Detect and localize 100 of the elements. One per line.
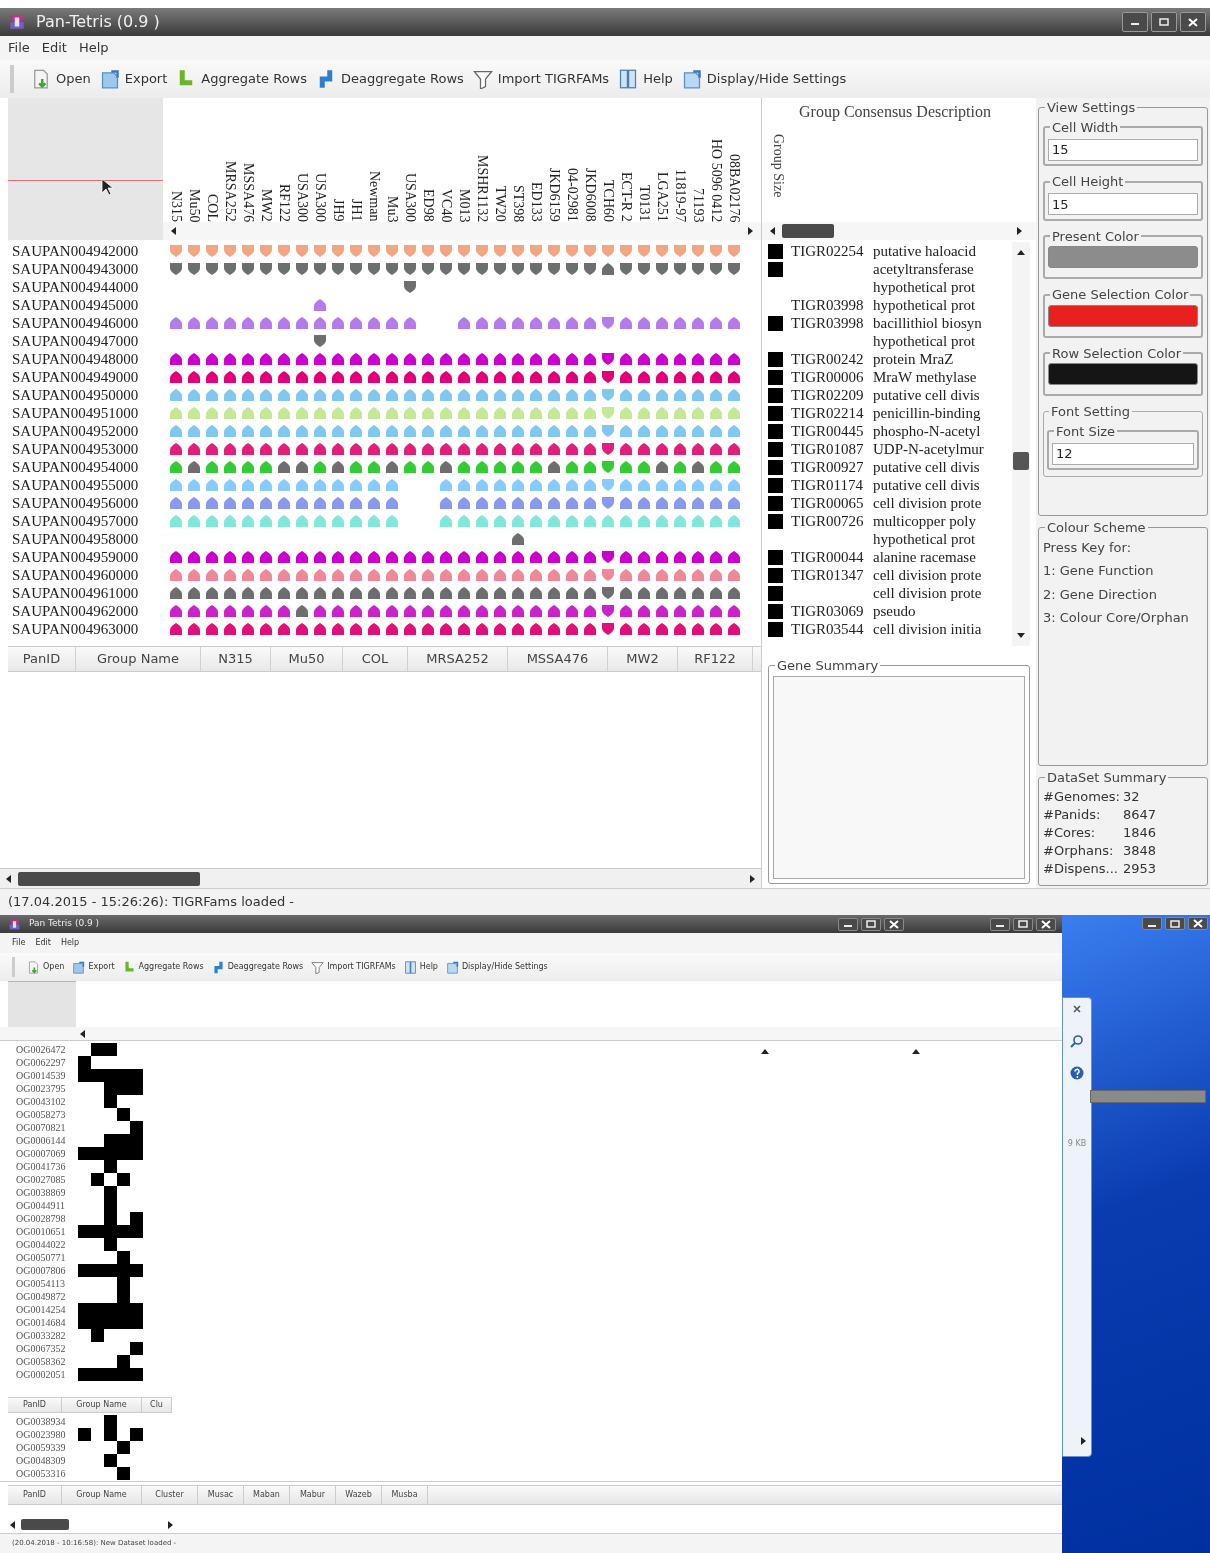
scroll-right-arrow[interactable] bbox=[1014, 226, 1024, 236]
genome-column-header[interactable]: Mu3 bbox=[383, 195, 401, 222]
row-label[interactable]: OG0038869 bbox=[0, 1186, 78, 1199]
row-label[interactable]: OG0038934 bbox=[0, 1415, 78, 1428]
genome-column-header[interactable]: M013 bbox=[455, 188, 473, 222]
minimize-button[interactable] bbox=[838, 917, 858, 931]
tigrfam-id[interactable]: TIGR02209 bbox=[791, 387, 864, 403]
maximize-button[interactable] bbox=[1165, 917, 1185, 930]
maximize-button[interactable] bbox=[1151, 12, 1177, 32]
row-label[interactable]: OG0053316 bbox=[0, 1467, 78, 1480]
row-label[interactable]: OG0070821 bbox=[0, 1121, 78, 1134]
row-label[interactable]: SAUPAN004947000 bbox=[0, 332, 163, 350]
genome-column-header[interactable]: Mu50 bbox=[185, 188, 203, 222]
scroll-right-arrow[interactable] bbox=[1078, 1436, 1088, 1446]
toolbar-button[interactable]: Open bbox=[27, 960, 65, 974]
tigrfam-id[interactable]: TIGR01347 bbox=[791, 567, 864, 583]
scroll-up-arrow[interactable] bbox=[760, 1047, 770, 1057]
tigrfam-id[interactable]: TIGR00726 bbox=[791, 513, 864, 529]
toolbar-button[interactable]: Export bbox=[72, 960, 115, 974]
scroll-right-arrow[interactable] bbox=[745, 226, 755, 236]
toolbar-button[interactable]: Aggregate Rows bbox=[176, 69, 307, 89]
row-label[interactable]: OG0041736 bbox=[0, 1160, 78, 1173]
row-label[interactable]: OG0006144 bbox=[0, 1134, 78, 1147]
genome-column-header[interactable]: TCH60 bbox=[599, 180, 617, 222]
column-header[interactable]: MW2 bbox=[608, 647, 678, 671]
maximize-button[interactable] bbox=[861, 917, 881, 931]
minimize-button[interactable] bbox=[1142, 917, 1162, 930]
tigrfam-id[interactable]: TIGR00242 bbox=[791, 351, 864, 367]
column-header[interactable]: PanID bbox=[8, 647, 76, 671]
row-label[interactable]: OG0028798 bbox=[0, 1212, 78, 1225]
tigrfam-id[interactable]: TIGR01174 bbox=[791, 477, 863, 493]
row-label[interactable]: OG0007069 bbox=[0, 1147, 78, 1160]
menu-item[interactable]: Help bbox=[60, 937, 80, 949]
close-button[interactable] bbox=[1180, 12, 1206, 32]
row-label[interactable]: OG0010651 bbox=[0, 1225, 78, 1238]
column-header[interactable]: Cluster bbox=[142, 1486, 198, 1504]
row-label[interactable]: OG0067352 bbox=[0, 1342, 78, 1355]
row-label[interactable]: OG0044911 bbox=[0, 1199, 78, 1212]
scrollbar-thumb[interactable] bbox=[21, 1519, 69, 1530]
row-label[interactable]: OG0023795 bbox=[0, 1082, 78, 1095]
column-header[interactable]: Mabur bbox=[290, 1486, 336, 1504]
tigrfam-id[interactable]: TIGR00927 bbox=[791, 459, 864, 475]
column-header[interactable]: Group Name bbox=[62, 1398, 142, 1412]
toolbar-button[interactable]: Help bbox=[403, 960, 438, 974]
tigrfam-id[interactable]: TIGR00065 bbox=[791, 495, 864, 511]
row-label[interactable]: OG0044022 bbox=[0, 1238, 78, 1251]
row-label[interactable]: OG0014684 bbox=[0, 1316, 78, 1329]
genome-column-header[interactable]: ST398 bbox=[509, 184, 527, 222]
genome-column-header[interactable]: 71193 bbox=[689, 187, 707, 222]
column-header[interactable]: RF122 bbox=[678, 647, 753, 671]
tigrfam-id[interactable]: TIGR03998 bbox=[791, 315, 864, 331]
genome-column-header[interactable]: MW2 bbox=[257, 189, 275, 222]
row-label[interactable]: OG0049872 bbox=[0, 1290, 78, 1303]
column-header[interactable]: Musac bbox=[198, 1486, 244, 1504]
tigrfam-id[interactable]: TIGR00445 bbox=[791, 423, 864, 439]
column-header[interactable]: Clu bbox=[142, 1398, 172, 1412]
column-header[interactable]: PanID bbox=[8, 1398, 62, 1412]
genome-column-header[interactable]: JKD6159 bbox=[545, 168, 563, 222]
color-swatch[interactable] bbox=[1048, 304, 1198, 327]
genome-column-header[interactable]: JKD6008 bbox=[581, 168, 599, 222]
close-button[interactable] bbox=[1188, 917, 1208, 930]
row-label[interactable]: SAUPAN004945000 bbox=[0, 296, 163, 314]
genome-column-header[interactable]: MSHR1132 bbox=[473, 154, 491, 222]
row-label[interactable]: SAUPAN004944000 bbox=[0, 278, 163, 296]
close-button[interactable] bbox=[884, 917, 904, 931]
row-label[interactable]: SAUPAN004963000 bbox=[0, 620, 163, 638]
genome-column-header[interactable]: RF122 bbox=[275, 183, 293, 222]
scroll-left-arrow[interactable] bbox=[768, 226, 778, 236]
tigrfam-id[interactable]: TIGR03069 bbox=[791, 603, 864, 619]
row-label[interactable]: SAUPAN004961000 bbox=[0, 584, 163, 602]
minimize-button[interactable] bbox=[990, 917, 1010, 931]
menu-item[interactable]: File bbox=[12, 937, 26, 949]
description-text[interactable]: cell division prote bbox=[873, 563, 982, 587]
column-header[interactable]: Group Name bbox=[76, 647, 201, 671]
toolbar-button[interactable]: Deaggregate Rows bbox=[211, 960, 304, 974]
toolbar-button[interactable]: Import TIGRFAMs bbox=[472, 69, 610, 89]
scrollbar-thumb[interactable] bbox=[18, 871, 200, 886]
scroll-left-arrow[interactable] bbox=[169, 226, 179, 236]
column-header[interactable]: COL bbox=[343, 647, 408, 671]
minimize-button[interactable] bbox=[1122, 12, 1148, 32]
row-label[interactable]: OG0062297 bbox=[0, 1056, 78, 1069]
genome-column-header[interactable]: MRSA252 bbox=[221, 161, 239, 222]
input-field[interactable]: 15 bbox=[1048, 138, 1198, 161]
input-field[interactable]: 15 bbox=[1048, 193, 1198, 215]
maximize-button[interactable] bbox=[1013, 917, 1033, 931]
tigrfam-id[interactable]: TIGR01087 bbox=[791, 441, 864, 457]
description-text[interactable]: putative haloacid bbox=[873, 242, 976, 263]
row-label[interactable]: OG0027085 bbox=[0, 1173, 78, 1186]
row-label[interactable]: OG0007806 bbox=[0, 1264, 78, 1277]
scroll-left-arrow[interactable] bbox=[8, 1520, 18, 1530]
input-field[interactable]: 12 bbox=[1052, 442, 1194, 465]
genome-column-header[interactable]: COL bbox=[203, 194, 221, 222]
tigrfam-id[interactable]: TIGR00044 bbox=[791, 549, 864, 565]
genome-column-header[interactable]: JH1 bbox=[347, 199, 365, 222]
genome-column-header[interactable]: VC40 bbox=[437, 188, 455, 222]
toolbar-button[interactable]: Display/Hide Settings bbox=[681, 69, 847, 89]
row-label[interactable]: SAUPAN004954000 bbox=[0, 458, 163, 476]
tigrfam-id[interactable]: TIGR02214 bbox=[791, 405, 864, 421]
column-header[interactable]: Group Size bbox=[768, 134, 789, 222]
row-label[interactable]: SAUPAN004962000 bbox=[0, 602, 163, 620]
